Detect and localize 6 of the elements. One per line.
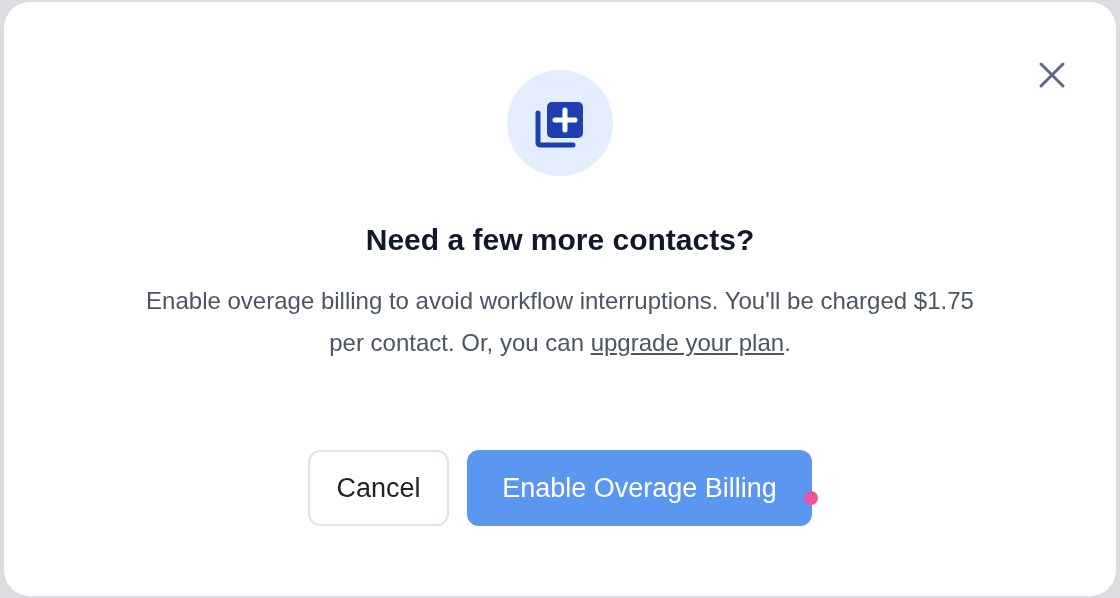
dialog-title: Need a few more contacts? [365,222,755,258]
upgrade-link[interactable]: upgrade your plan [590,329,785,356]
close-icon[interactable] [1038,61,1066,89]
pointer-dot [804,491,818,505]
dialog-message: Enable overage billing to avoid workflow interruptions. You'll be charged $1.75 per contact. Or, you can upgrade your plan. [145,286,975,358]
cancel-button[interactable]: Cancel [308,450,449,526]
